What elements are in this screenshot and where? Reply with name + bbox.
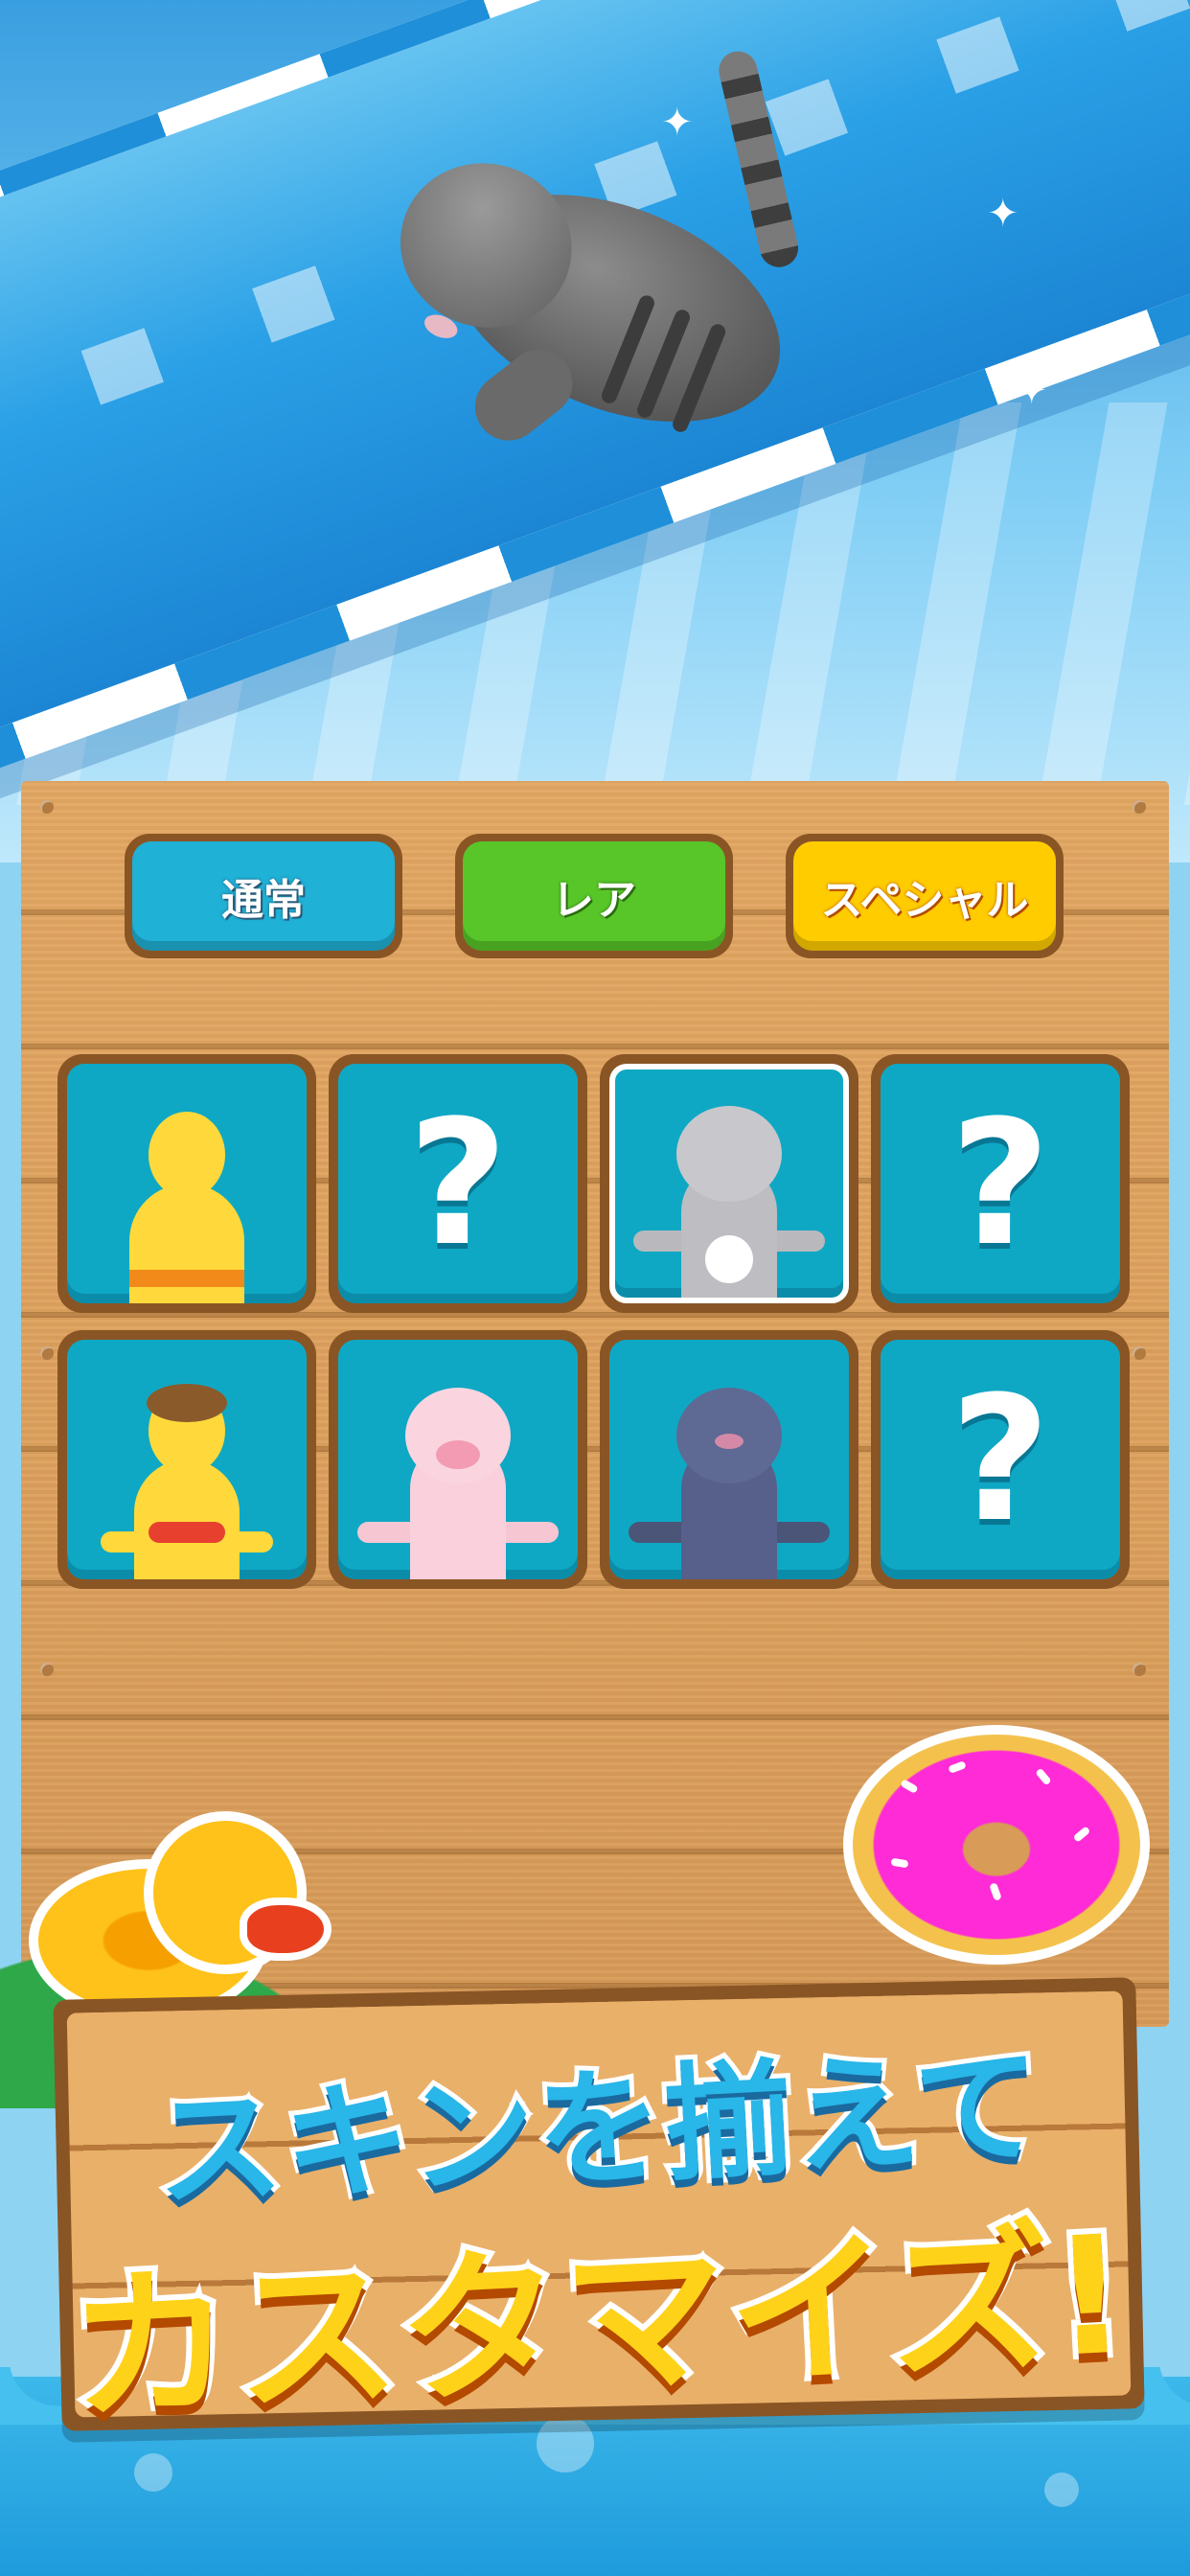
- skin-cell-navy-cat[interactable]: [600, 1330, 858, 1589]
- tab-normal[interactable]: 通常: [125, 834, 402, 958]
- skin-cell-locked[interactable]: ?: [871, 1054, 1130, 1313]
- skin-cell-bikini-girl[interactable]: [57, 1330, 316, 1589]
- skin-cell-yellow-boy[interactable]: [57, 1054, 316, 1313]
- sparkle-icon: ✦: [661, 101, 694, 145]
- navy-cat-figure: [629, 1388, 830, 1579]
- yellow-boy-figure: [120, 1112, 254, 1303]
- nail: [1133, 1346, 1146, 1360]
- skin-category-tabs: 通常 レア スペシャル: [125, 834, 1064, 958]
- nail: [40, 1663, 54, 1676]
- bikini-girl-figure: [101, 1384, 273, 1579]
- tab-normal-label: 通常: [132, 841, 395, 951]
- nail: [1133, 1663, 1146, 1676]
- skin-cell-locked[interactable]: ?: [329, 1054, 587, 1313]
- cat-nose: [421, 310, 461, 343]
- skin-cell-gray-cat-selected[interactable]: [600, 1054, 858, 1313]
- tab-special-label: スペシャル: [793, 841, 1056, 951]
- nail: [1133, 800, 1146, 814]
- skin-grid: ? ? ?: [57, 1054, 1131, 1589]
- promo-banner: スキンを揃えて カスタマイズ!: [53, 1977, 1145, 2451]
- bubble: [134, 2453, 172, 2492]
- gray-cat-figure: [633, 1106, 825, 1298]
- question-mark-icon: ?: [950, 1083, 1051, 1284]
- tab-special[interactable]: スペシャル: [786, 834, 1064, 958]
- donut-float-icon: [843, 1725, 1150, 1965]
- question-mark-icon: ?: [950, 1359, 1051, 1560]
- sparkle-icon: ✦: [987, 192, 1019, 236]
- bubble: [1044, 2472, 1079, 2507]
- sparkle-icon: ✦: [1016, 369, 1048, 413]
- tab-rare[interactable]: レア: [455, 834, 733, 958]
- pink-pig-figure: [357, 1388, 559, 1579]
- tab-rare-label: レア: [463, 841, 725, 951]
- nail: [40, 800, 54, 814]
- nail: [40, 1346, 54, 1360]
- skin-cell-pink-pig[interactable]: [329, 1330, 587, 1589]
- skin-cell-locked[interactable]: ?: [871, 1330, 1130, 1589]
- game-screen: ✦ ✦ ✦ 通常 レア スペシャル ? ? ? スキンを揃えて カスタマイズ!: [0, 0, 1190, 2576]
- question-mark-icon: ?: [407, 1083, 509, 1284]
